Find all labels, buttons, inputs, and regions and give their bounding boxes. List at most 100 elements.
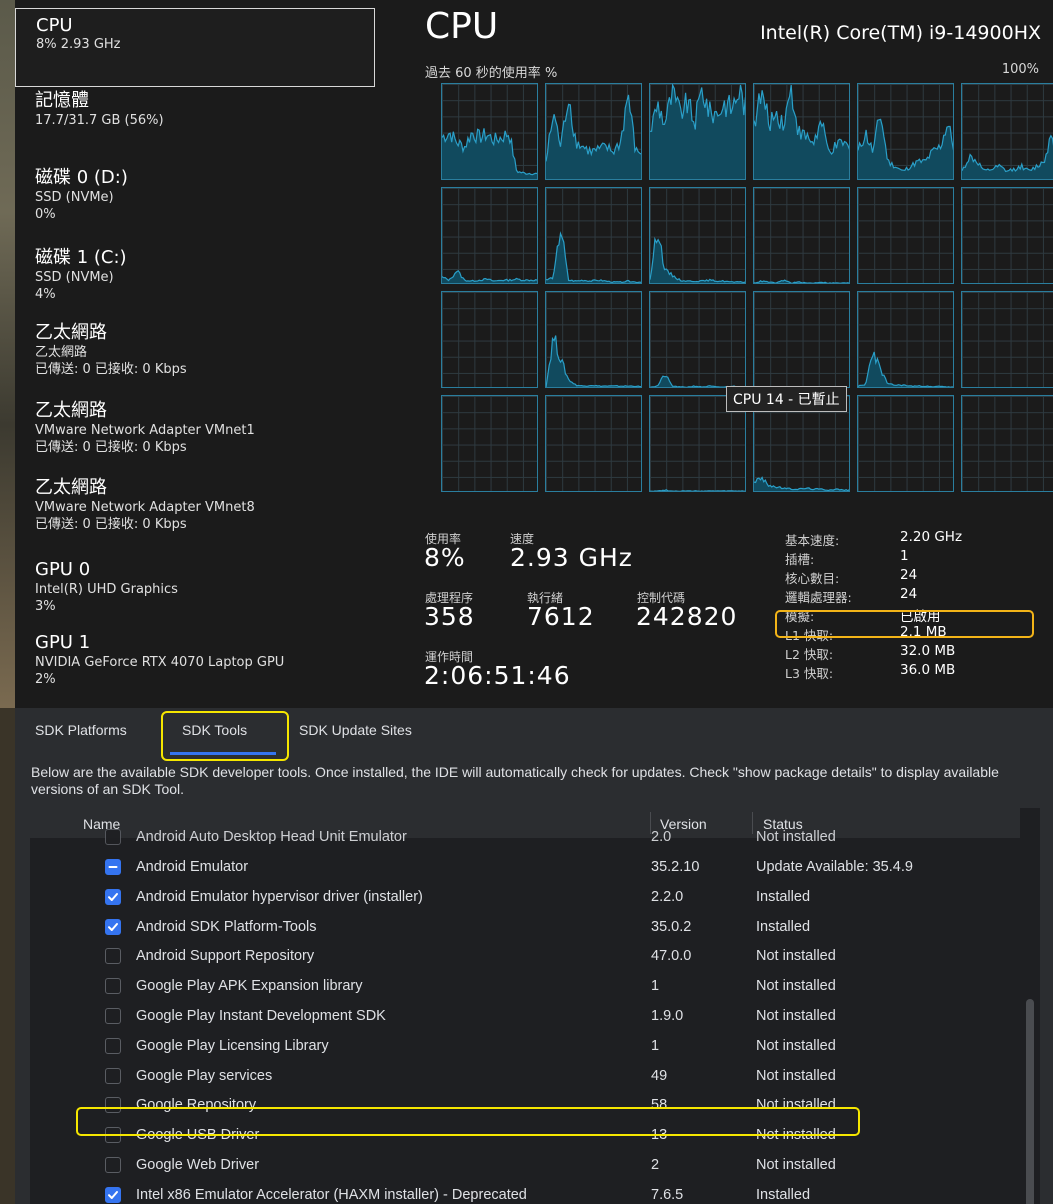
sidebar-item-detail: 3%: [35, 599, 56, 614]
row-status: Installed: [756, 918, 811, 935]
checkbox-unchecked[interactable]: [105, 1037, 121, 1054]
cpu-usage-line: [858, 118, 953, 179]
table-row[interactable]: Google Web Driver 2 Not installed: [30, 1151, 1020, 1180]
row-name: Google Play Instant Development SDK: [136, 1008, 386, 1024]
vertical-scrollbar[interactable]: [1023, 808, 1037, 1204]
row-name: Google Play APK Expansion library: [136, 978, 363, 995]
row-status: Not installed: [756, 829, 836, 845]
row-status: Not installed: [756, 948, 836, 965]
logical-processor-graphs: [425, 83, 1053, 495]
cpu-graph-cell: [961, 187, 1053, 284]
cpu-usage-line: [754, 84, 849, 179]
spec-value: 32.0 MB: [900, 643, 956, 659]
task-manager-performance: CPU 8% 2.93 GHz 記憶體 17.7/31.7 GB (56%) 磁碟 0 …: [15, 0, 1053, 708]
row-version: 1: [651, 1037, 660, 1054]
tab-sdk-update-sites[interactable]: SDK Update Sites: [299, 722, 412, 738]
sidebar-item-resource[interactable]: GPU 1 NVIDIA GeForce RTX 4070 Laptop GPU 2…: [15, 632, 373, 696]
sidebar-item-detail: 已傳送: 0 已接收: 0 Kbps: [35, 517, 187, 532]
table-row[interactable]: Android Support Repository 47.0.0 Not inst…: [30, 942, 1020, 971]
row-version: 7.6.5: [651, 1186, 684, 1203]
table-row[interactable]: Google Play services 49 Not installed: [30, 1062, 1020, 1091]
sdk-tools-description: Below are the available SDK developer to…: [31, 764, 999, 797]
sidebar-item-resource[interactable]: GPU 0 Intel(R) UHD Graphics 3%: [15, 559, 373, 623]
cpu-graph-cell: [857, 395, 954, 492]
cpu-title: CPU: [425, 6, 499, 47]
cpu-graph-cell: [545, 291, 642, 388]
cpu-graph-cell: [545, 395, 642, 492]
sidebar-item-title: 記憶體: [35, 90, 89, 111]
row-status: Installed: [756, 1186, 811, 1203]
spec-value: 24: [900, 586, 918, 602]
cpu-graph-cell: [753, 83, 850, 180]
sidebar-item-detail: 乙太網路: [35, 345, 88, 360]
sidebar-item-resource[interactable]: 乙太網路 VMware Network Adapter VMnet8 已傳送: 0 …: [15, 477, 373, 541]
sidebar-item-title: 磁碟 0 (D:): [35, 167, 128, 188]
cpu-graph-cell: [441, 187, 538, 284]
row-version: 35.2.10: [651, 859, 700, 875]
sdk-tools-table: Name Version Status Android Auto Desktop…: [30, 808, 1040, 1204]
row-version: 1: [651, 978, 660, 995]
sidebar-item-resource[interactable]: 乙太網路 乙太網路 已傳送: 0 已接收: 0 Kbps: [15, 322, 373, 386]
sidebar-item-resource[interactable]: 記憶體 17.7/31.7 GB (56%): [15, 90, 373, 154]
sidebar-item-resource[interactable]: 乙太網路 VMware Network Adapter VMnet1 已傳送: 0 …: [15, 400, 373, 464]
scrollbar-thumb[interactable]: [1026, 999, 1034, 1204]
checkbox-checked-icon[interactable]: [105, 1186, 121, 1203]
checkbox-unchecked[interactable]: [105, 1008, 121, 1024]
sidebar-item-resource[interactable]: 磁碟 1 (C:) SSD (NVMe) 4%: [15, 247, 373, 311]
sidebar-item-detail: 4%: [35, 287, 56, 302]
cpu-graph-cell: [649, 291, 746, 388]
sidebar-item-title: GPU 0: [35, 559, 91, 580]
row-name: Google Play services: [136, 1067, 273, 1084]
cpu-usage-line: [650, 375, 745, 387]
sidebar-item-cpu[interactable]: CPU 8% 2.93 GHz: [15, 8, 375, 87]
row-status: Not installed: [756, 1008, 836, 1024]
checkbox-unchecked[interactable]: [105, 948, 121, 965]
table-row[interactable]: Android Emulator hypervisor driver (inst…: [30, 883, 1020, 912]
tab-sdk-platforms[interactable]: SDK Platforms: [35, 722, 127, 738]
active-tab-indicator: [170, 752, 276, 755]
row-name: Intel x86 Emulator Accelerator (HAXM ins…: [136, 1186, 527, 1203]
cpu-usage-line: [546, 231, 641, 283]
cpu-usage-line: [442, 128, 537, 179]
checkbox-unchecked[interactable]: [105, 978, 121, 995]
row-name: Android Emulator: [136, 859, 249, 875]
spec-value: 36.0 MB: [900, 662, 956, 678]
table-row[interactable]: Android Auto Desktop Head Unit Emulator 2…: [30, 823, 1020, 852]
cpu-usage-line: [442, 270, 537, 283]
checkbox-partial-icon[interactable]: [105, 859, 121, 875]
sidebar-item-detail: 8% 2.93 GHz: [36, 37, 121, 52]
table-row[interactable]: Android Emulator 35.2.10 Update Available:…: [30, 853, 1020, 882]
spec-value: 2.20 GHz: [900, 529, 963, 545]
checkbox-unchecked[interactable]: [105, 829, 121, 845]
row-name: Android Auto Desktop Head Unit Emulator: [136, 829, 407, 845]
checkbox-checked-icon[interactable]: [105, 918, 121, 935]
spec-value: 1: [900, 548, 909, 564]
table-row[interactable]: Google Play Instant Development SDK 1.9.0…: [30, 1002, 1020, 1031]
cpu-graph-cell: [649, 187, 746, 284]
usage-graph-max: 100%: [1001, 62, 1039, 77]
sidebar-item-detail: 已傳送: 0 已接收: 0 Kbps: [35, 362, 187, 377]
table-row[interactable]: Android SDK Platform-Tools 35.0.2 Installe…: [30, 913, 1020, 942]
sidebar-item-title: 乙太網路: [35, 322, 107, 343]
haxm-row-highlight: [76, 1107, 860, 1136]
row-status: Not installed: [756, 1037, 836, 1054]
sidebar-item-title: GPU 1: [35, 632, 91, 653]
cpu-usage-line: [546, 94, 641, 179]
table-row[interactable]: Google Play Licensing Library 1 Not instal…: [30, 1032, 1020, 1061]
cpu-graph-cell: [753, 187, 850, 284]
checkbox-checked-icon[interactable]: [105, 888, 121, 905]
cpu-usage-line: [754, 279, 849, 283]
table-row[interactable]: Google Play APK Expansion library 1 Not in…: [30, 972, 1020, 1001]
checkbox-unchecked[interactable]: [105, 1067, 121, 1084]
sidebar-item-detail: 已傳送: 0 已接收: 0 Kbps: [35, 440, 187, 455]
table-row[interactable]: Intel x86 Emulator Accelerator (HAXM ins…: [30, 1181, 1020, 1204]
cpu-graph-cell: [857, 83, 954, 180]
sidebar-item-detail: VMware Network Adapter VMnet8: [35, 500, 255, 515]
sidebar-item-detail: SSD (NVMe): [35, 270, 114, 285]
cpu-graph-cell: [441, 291, 538, 388]
sidebar-item-title: 乙太網路: [35, 477, 107, 498]
uptime-value: 2:06:51:46: [424, 661, 571, 690]
cpu-usage-line: [546, 335, 641, 387]
sidebar-item-resource[interactable]: 磁碟 0 (D:) SSD (NVMe) 0%: [15, 167, 373, 231]
checkbox-unchecked[interactable]: [105, 1157, 121, 1173]
